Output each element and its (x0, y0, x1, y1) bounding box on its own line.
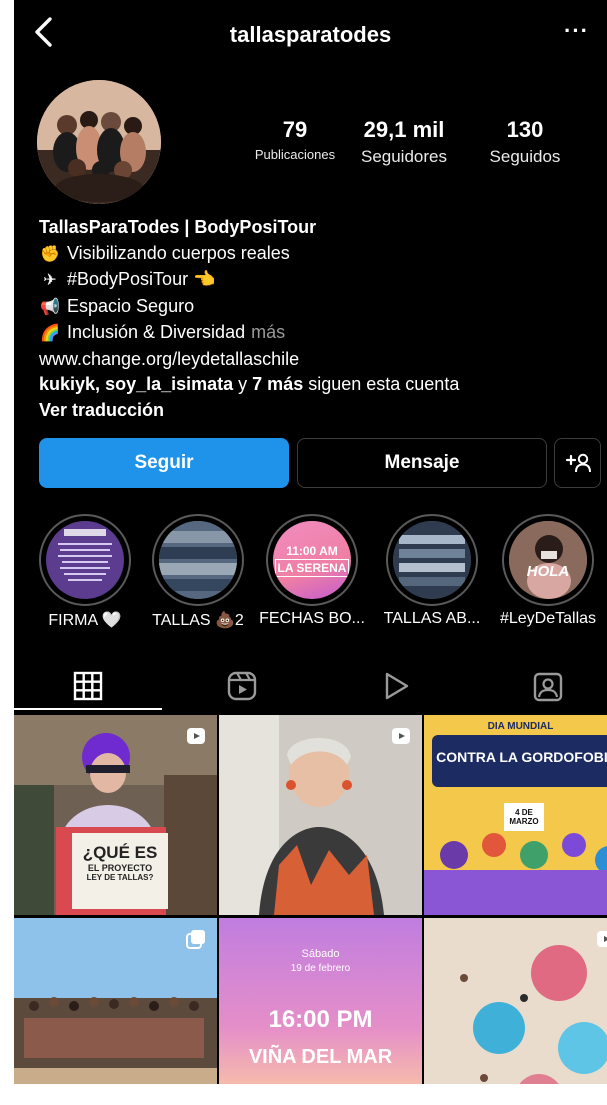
following-count-value: 130 (506, 117, 544, 142)
highlight-cover-art (509, 521, 587, 599)
post-thumbnail[interactable] (219, 715, 422, 915)
active-tab-indicator (14, 708, 162, 710)
profile-bio: TallasParaTodes | BodyPosiTour ✊ Visibili… (39, 215, 599, 423)
bio-line-text: Espacio Seguro (67, 295, 195, 316)
post-thumbnail[interactable] (424, 918, 607, 1084)
followers-count-label: Seguidores (360, 147, 447, 166)
fist-emoji-icon: ✊ (40, 245, 60, 263)
highlight-ring: HOLA (502, 514, 594, 606)
post-thumbnail[interactable] (14, 918, 217, 1084)
highlight-ring (386, 514, 478, 606)
separator-text: , (95, 374, 106, 394)
bio-more-link[interactable]: más (251, 322, 285, 342)
reels-icon[interactable] (224, 668, 260, 704)
profile-username: tallasparatodes (229, 22, 392, 47)
highlight-caption: #LeyDeTallas (499, 610, 597, 627)
highlight-cover (159, 521, 237, 599)
highlight-cover-time: 11:00 AM (286, 544, 338, 558)
post-thumbnail[interactable]: DIA MUNDIAL CONTRA LA GORDOFOBIA 4 DE MA… (424, 715, 607, 915)
highlight-ring: 11:00 AM LA SERENA (266, 514, 358, 606)
profile-display-name: TallasParaTodes | BodyPosiTour (39, 217, 317, 237)
post-title-line: 19 de febrero (290, 963, 351, 974)
reel-badge-icon (597, 931, 607, 947)
conjunction-text: y (233, 374, 253, 394)
bio-line-text: Visibilizando cuerpos reales (67, 242, 290, 263)
bio-line: ✈ #BodyPosiTour 👈 (39, 267, 599, 294)
highlight-cover (46, 521, 124, 599)
reel-badge-icon (187, 728, 205, 744)
follow-button[interactable]: Seguir (39, 438, 289, 488)
highlight-leydetallas[interactable]: HOLA #LeyDeTallas (500, 514, 596, 627)
bio-line: ✊ Visibilizando cuerpos reales (39, 241, 599, 268)
posts-count[interactable]: 79 Publicaciones (236, 117, 354, 162)
post-thumbnail[interactable]: Sábado 19 de febrero 16:00 PM VIÑA DEL M… (219, 918, 422, 1084)
highlight-tallas[interactable]: TALLAS 💩2 (152, 514, 244, 629)
highlight-cover-city: LA SERENA (274, 559, 350, 577)
carousel-badge-icon (186, 930, 205, 949)
followed-by-text[interactable]: kukiyk, soy_la_isimata y 7 más siguen es… (39, 372, 599, 398)
highlight-ring (152, 514, 244, 606)
follower-username: soy_la_isimata (105, 374, 234, 394)
highlight-cover (393, 521, 471, 599)
see-translation-link[interactable]: Ver traducción (39, 398, 599, 424)
highlight-firma[interactable]: FIRMA 🤍 (39, 514, 131, 629)
post-overlay-text: ¿QUÉ ES EL PROYECTO LEY DE TALLAS? (72, 843, 168, 882)
posts-count-label: Publicaciones (254, 147, 336, 162)
posts-count-value: 79 (282, 117, 308, 142)
highlight-cover-art (159, 521, 237, 599)
post-image (424, 918, 607, 1084)
post-title-line: CONTRA LA GORDOFOBIA (436, 749, 607, 765)
post-title-line: EL PROYECTO (87, 863, 153, 873)
rainbow-emoji-icon: 🌈 (40, 325, 60, 342)
highlight-cover-art (58, 529, 112, 581)
highlight-ring (39, 514, 131, 606)
airplane-emoji-icon: ✈ (43, 272, 57, 289)
post-title-line: VIÑA DEL MAR (248, 1046, 393, 1068)
post-title-line: 16:00 PM (268, 1006, 373, 1033)
tagged-icon[interactable] (530, 668, 566, 704)
instagram-profile-screen: tallasparatodes ··· 79 Publicaciones 29,… (14, 0, 607, 1084)
bio-line: 📢 Espacio Seguro (39, 294, 599, 321)
bio-line: 🌈 Inclusión & Diversidad más (39, 320, 599, 347)
post-title-line: ¿QUÉ ES (82, 843, 158, 862)
followers-count[interactable]: 29,1 mil Seguidores (349, 117, 459, 167)
add-person-icon (565, 453, 591, 473)
post-title-line: Sábado (301, 948, 340, 960)
highlight-cover: HOLA (509, 521, 587, 599)
post-title-line: 4 DE MARZO (509, 808, 539, 826)
highlight-cover-text: HOLA (526, 562, 570, 580)
highlight-tallas-ab[interactable]: TALLAS AB... (384, 514, 480, 627)
followed-by-suffix: siguen esta cuenta (303, 374, 460, 394)
highlight-fechas[interactable]: 11:00 AM LA SERENA FECHAS BO... (259, 514, 365, 627)
followers-more-count: 7 más (252, 374, 304, 394)
profile-tabs (14, 660, 607, 712)
highlight-caption: FECHAS BO... (259, 610, 365, 627)
follower-username: kukiyk (39, 374, 96, 394)
post-thumbnail[interactable]: ¿QUÉ ES EL PROYECTO LEY DE TALLAS? (14, 715, 217, 915)
megaphone-emoji-icon: 📢 (40, 298, 60, 316)
following-count[interactable]: 130 Seguidos (469, 117, 581, 167)
post-title-line: DIA MUNDIAL (487, 721, 554, 732)
highlight-cover: 11:00 AM LA SERENA (273, 521, 351, 599)
highlight-caption: TALLAS AB... (383, 610, 481, 627)
bio-hashtag[interactable]: #BodyPosiTour 👈 (67, 269, 215, 289)
post-title-line: LEY DE TALLAS? (86, 873, 154, 882)
bio-website-link[interactable]: www.change.org/leydetallaschile (39, 347, 599, 373)
followers-count-value: 29,1 mil (363, 117, 445, 142)
more-horizontal-icon[interactable]: ··· (564, 18, 589, 44)
add-person-button[interactable] (554, 438, 601, 488)
bio-line-text: Inclusión & Diversidad (67, 322, 246, 342)
avatar[interactable] (37, 80, 161, 204)
highlight-cover-art (393, 521, 471, 599)
highlight-caption: TALLAS 💩2 (152, 612, 244, 629)
grid-icon[interactable] (70, 668, 106, 704)
play-icon[interactable] (378, 668, 414, 704)
avatar-photo (37, 80, 161, 204)
reel-badge-icon (392, 728, 410, 744)
top-bar: tallasparatodes ··· (14, 0, 607, 66)
message-button[interactable]: Mensaje (297, 438, 547, 488)
following-count-label: Seguidos (489, 147, 561, 166)
highlight-cover-text: 11:00 AM LA SERENA (274, 543, 350, 577)
